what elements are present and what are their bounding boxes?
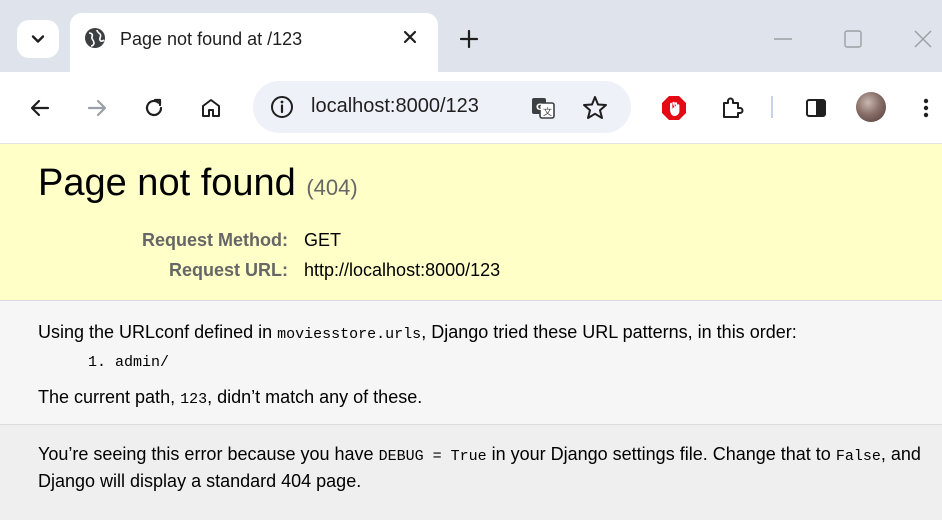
url-text[interactable]: localhost:8000/123 bbox=[311, 95, 479, 118]
explanation-part1: You’re seeing this error because you hav… bbox=[38, 444, 379, 464]
browser-toolbar: localhost:8000/123 G文 bbox=[0, 72, 942, 144]
extension-blocker-button[interactable] bbox=[660, 94, 688, 122]
current-path-message: The current path, 123, didn’t match any … bbox=[38, 385, 422, 412]
stop-sign-icon bbox=[662, 96, 686, 120]
error-summary: Page not found (404) Request Method: GET… bbox=[0, 144, 942, 301]
url-pattern-text: admin/ bbox=[115, 354, 170, 371]
current-path-suffix: , didn’t match any of these. bbox=[207, 387, 423, 407]
browser-menu-button[interactable] bbox=[912, 94, 940, 122]
forward-arrow-icon bbox=[87, 99, 107, 117]
back-button[interactable] bbox=[26, 94, 54, 122]
close-window-icon[interactable] bbox=[910, 26, 936, 52]
new-tab-button[interactable] bbox=[456, 26, 482, 52]
info-icon[interactable] bbox=[269, 94, 295, 120]
home-icon bbox=[202, 99, 220, 117]
minimize-window-icon[interactable] bbox=[770, 26, 796, 52]
page-content: Page not found (404) Request Method: GET… bbox=[0, 144, 942, 520]
url-pattern-item: 1. admin/ bbox=[88, 354, 170, 371]
translate-icon[interactable]: G文 bbox=[529, 94, 557, 122]
maximize-window-icon[interactable] bbox=[840, 26, 866, 52]
request-url-value: http://localhost:8000/123 bbox=[304, 260, 501, 280]
explanation-part2: in your Django settings file. Change tha… bbox=[486, 444, 836, 464]
forward-button[interactable] bbox=[83, 94, 111, 122]
address-bar[interactable]: localhost:8000/123 G文 bbox=[253, 81, 631, 133]
back-arrow-icon bbox=[30, 99, 50, 117]
profile-avatar[interactable] bbox=[856, 92, 886, 122]
svg-text:文: 文 bbox=[543, 106, 552, 118]
false-value: False bbox=[835, 448, 881, 465]
urlconf-suffix: , Django tried these URL patterns, in th… bbox=[421, 322, 797, 342]
tab-strip: Page not found at /123 bbox=[0, 0, 942, 73]
reload-button[interactable] bbox=[140, 94, 168, 122]
url-patterns-info: Using the URLconf defined in moviesstore… bbox=[0, 301, 942, 425]
puzzle-icon bbox=[723, 97, 744, 118]
home-button[interactable] bbox=[197, 94, 225, 122]
page-title-text: Page not found bbox=[38, 162, 296, 204]
current-path: 123 bbox=[180, 391, 208, 408]
request-method-label: Request Method: bbox=[142, 230, 288, 250]
globe-icon bbox=[85, 28, 105, 48]
kebab-menu-icon bbox=[923, 98, 929, 118]
side-panel-icon bbox=[806, 99, 826, 117]
debug-explanation: You’re seeing this error because you hav… bbox=[0, 425, 942, 520]
page-title: Page not found (404) bbox=[38, 162, 358, 205]
debug-explanation-text: You’re seeing this error because you hav… bbox=[38, 442, 928, 494]
chevron-down-icon bbox=[31, 35, 45, 43]
current-path-prefix: The current path, bbox=[38, 387, 181, 407]
close-icon bbox=[403, 30, 417, 44]
tab-search-button[interactable] bbox=[17, 20, 59, 58]
urlconf-module: moviesstore.urls bbox=[277, 326, 422, 343]
tab-title: Page not found at /123 bbox=[120, 29, 303, 49]
side-panel-button[interactable] bbox=[802, 94, 830, 122]
request-url-label: Request URL: bbox=[168, 260, 288, 280]
star-icon[interactable] bbox=[581, 94, 609, 122]
plus-icon bbox=[459, 29, 479, 49]
active-tab[interactable]: Page not found at /123 bbox=[70, 13, 438, 73]
request-method-value: GET bbox=[304, 230, 342, 250]
toolbar-separator bbox=[771, 96, 773, 118]
status-code: (404) bbox=[306, 175, 358, 200]
reload-icon bbox=[145, 98, 163, 117]
debug-setting: DEBUG = True bbox=[378, 448, 487, 465]
tab-close-button[interactable] bbox=[398, 25, 422, 49]
urlconf-message: Using the URLconf defined in moviesstore… bbox=[38, 320, 797, 347]
extensions-button[interactable] bbox=[718, 94, 746, 122]
urlconf-prefix: Using the URLconf defined in bbox=[38, 322, 278, 342]
